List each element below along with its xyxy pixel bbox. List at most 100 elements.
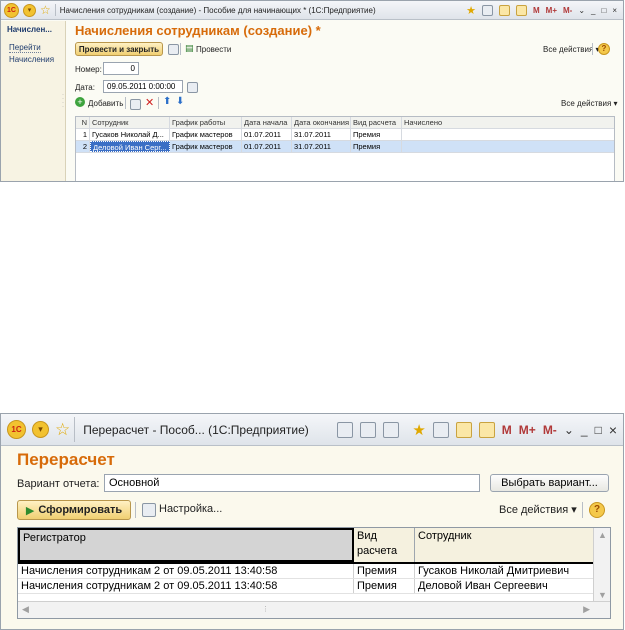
generate-button[interactable]: ▶ Сформировать <box>17 500 131 520</box>
table-row[interactable]: Начисления сотрудникам 2 от 09.05.2011 1… <box>18 562 596 579</box>
variant-label: Вариант отчета: <box>17 478 100 490</box>
post-icon[interactable]: ▤ <box>185 43 194 54</box>
col-employee[interactable]: Сотрудник <box>90 117 170 128</box>
cell-employee[interactable]: Деловой Иван Сергеевич <box>415 579 596 593</box>
print-icon[interactable] <box>360 421 377 438</box>
col-schedule[interactable]: График работы <box>170 117 242 128</box>
nav-item-active[interactable]: Начислен... <box>7 25 61 34</box>
nav-item-accruals[interactable]: Начисления <box>9 55 65 64</box>
1c-logo-icon[interactable]: 1С <box>4 2 19 18</box>
move-down-icon[interactable]: ⬇ <box>176 96 184 107</box>
scroll-grip-icon[interactable]: ⋮ <box>262 605 269 613</box>
restore-button[interactable]: □ <box>601 6 606 15</box>
memory-mplus-button[interactable]: M+ <box>519 423 536 437</box>
table-row[interactable]: Начисления сотрудникам 2 от 09.05.2011 1… <box>18 579 596 594</box>
cell-accrued[interactable] <box>402 141 614 152</box>
cell-employee[interactable]: Гусаков Николай Дмитриевич <box>415 564 596 578</box>
memory-m-button[interactable]: M <box>502 423 512 437</box>
scroll-down-icon[interactable]: ▼ <box>598 590 607 600</box>
history-icon[interactable] <box>481 4 493 16</box>
cell-schedule[interactable]: График мастеров <box>170 141 242 152</box>
save-icon[interactable] <box>168 44 179 55</box>
panel-splitter-handle[interactable]: · · · · <box>62 92 64 110</box>
cell-registrar[interactable]: Начисления сотрудникам 2 от 09.05.2011 1… <box>18 579 354 593</box>
table-empty-area <box>76 153 614 181</box>
cell-end-date[interactable]: 31.07.2011 <box>292 141 351 152</box>
main-menu-icon[interactable]: ▾ <box>32 421 49 438</box>
navigation-panel: Начислен... Перейти Начисления <box>1 21 66 181</box>
choose-variant-button[interactable]: Выбрать вариант... <box>490 474 609 492</box>
vertical-scrollbar[interactable]: ▲ ▼ <box>593 528 610 602</box>
memory-mplus-button[interactable]: M+ <box>546 6 557 15</box>
table-all-actions-menu[interactable]: Все действия ▾ <box>561 99 618 108</box>
col-calc-kind[interactable]: Вид расчета <box>351 117 402 128</box>
table-row[interactable]: 1 Гусаков Николай Д... График мастеров 0… <box>76 129 614 141</box>
cell-calc-kind[interactable]: Премия <box>354 579 415 593</box>
add-row-button[interactable]: Добавить <box>88 99 123 108</box>
memory-m-button[interactable]: M <box>533 6 540 15</box>
calendar-icon[interactable] <box>515 4 527 16</box>
scroll-up-icon[interactable]: ▲ <box>598 530 607 540</box>
cell-employee[interactable]: Гусаков Николай Д... <box>90 129 170 140</box>
dropdown-icon[interactable]: ⌄ <box>578 6 585 15</box>
add-favorite-icon[interactable]: ★ <box>412 421 425 439</box>
restore-button[interactable]: □ <box>595 423 602 437</box>
calendar-picker-icon[interactable] <box>187 82 198 93</box>
history-icon[interactable] <box>432 421 449 438</box>
help-icon[interactable]: ? <box>598 43 610 55</box>
help-icon[interactable]: ? <box>589 502 605 518</box>
calculator-icon[interactable] <box>498 4 510 16</box>
add-favorite-icon[interactable]: ★ <box>466 4 476 17</box>
post-button[interactable]: Провести <box>196 45 231 54</box>
settings-button[interactable]: Настройка... <box>159 503 222 515</box>
page-title: Начисления сотрудникам (создание) * <box>75 23 321 38</box>
cell-calc-kind[interactable]: Премия <box>354 564 415 578</box>
col-accrued[interactable]: Начислено <box>402 117 614 128</box>
cell-schedule[interactable]: График мастеров <box>170 129 242 140</box>
all-actions-menu[interactable]: Все действия ▾ <box>499 503 577 516</box>
col-n[interactable]: N <box>76 117 90 128</box>
horizontal-scrollbar[interactable]: ◀ ⋮ ▶ <box>18 601 610 618</box>
copy-row-icon[interactable] <box>130 99 141 110</box>
main-menu-icon[interactable]: ▾ <box>23 3 36 17</box>
delete-row-icon[interactable]: ✕ <box>145 96 154 109</box>
save-icon[interactable] <box>337 421 354 438</box>
dropdown-icon[interactable]: ⌄ <box>564 423 574 437</box>
col-calc-kind[interactable]: Вид расчета <box>354 528 415 562</box>
1c-logo-icon[interactable]: 1С <box>7 420 26 439</box>
memory-mminus-button[interactable]: M- <box>563 6 572 15</box>
scroll-right-icon[interactable]: ▶ <box>583 604 590 615</box>
close-button[interactable]: × <box>612 6 617 15</box>
cell-start-date[interactable]: 01.07.2011 <box>242 129 292 140</box>
col-employee[interactable]: Сотрудник <box>415 528 596 562</box>
minimize-button[interactable]: _ <box>591 6 595 15</box>
favorites-star-icon[interactable]: ☆ <box>40 3 51 17</box>
cell-registrar[interactable]: Начисления сотрудникам 2 от 09.05.2011 1… <box>18 564 354 578</box>
number-label: Номер: <box>75 65 102 74</box>
post-and-close-button[interactable]: Провести и закрыть <box>75 42 163 56</box>
cell-calc-kind[interactable]: Премия <box>351 129 402 140</box>
close-button[interactable]: × <box>609 422 617 438</box>
col-start-date[interactable]: Дата начала <box>242 117 292 128</box>
settings-icon[interactable] <box>142 503 156 517</box>
add-icon[interactable]: + <box>75 97 85 107</box>
variant-field[interactable]: Основной <box>104 474 480 492</box>
cell-accrued[interactable] <box>402 129 614 140</box>
cell-employee[interactable]: Деловой Иван Серг... <box>90 141 170 152</box>
calendar-icon[interactable] <box>478 421 495 438</box>
calculator-icon[interactable] <box>455 421 472 438</box>
cell-start-date[interactable]: 01.07.2011 <box>242 141 292 152</box>
col-registrar[interactable]: Регистратор <box>18 528 354 562</box>
number-field[interactable]: 0 <box>103 62 139 75</box>
favorites-star-icon[interactable]: ☆ <box>55 420 70 440</box>
date-field[interactable]: 09.05.2011 0:00:00 <box>103 80 183 93</box>
cell-end-date[interactable]: 31.07.2011 <box>292 129 351 140</box>
cell-calc-kind[interactable]: Премия <box>351 141 402 152</box>
table-row-selected[interactable]: 2 Деловой Иван Серг... График мастеров 0… <box>76 141 614 153</box>
memory-mminus-button[interactable]: M- <box>543 423 557 437</box>
minimize-button[interactable]: _ <box>581 423 588 437</box>
col-end-date[interactable]: Дата окончания <box>292 117 351 128</box>
move-up-icon[interactable]: ⬆ <box>163 96 171 107</box>
preview-icon[interactable] <box>383 421 400 438</box>
scroll-left-icon[interactable]: ◀ <box>22 604 29 615</box>
